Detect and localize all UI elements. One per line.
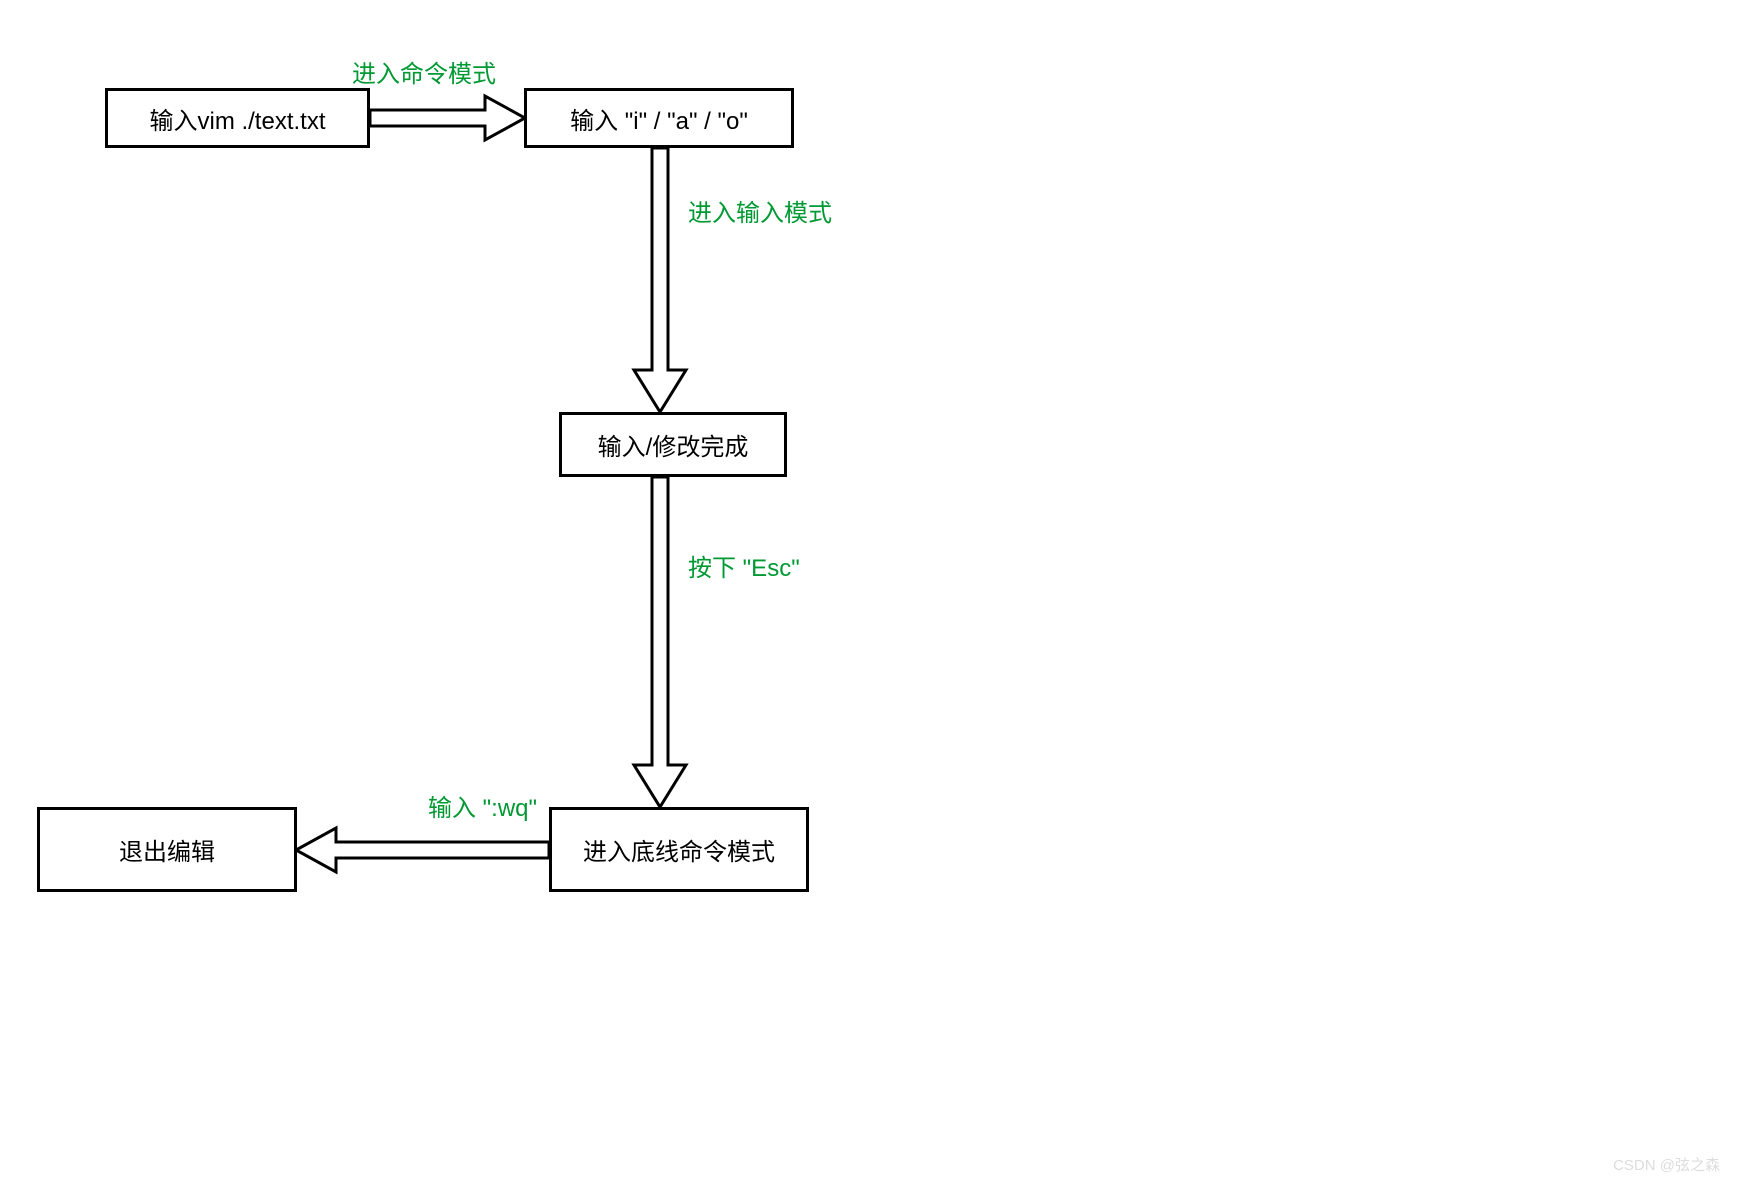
- box-exit-editor: 退出编辑: [37, 807, 297, 892]
- box-done-editing-text: 输入/修改完成: [598, 427, 749, 462]
- box-vim-command: 输入vim ./text.txt: [105, 88, 370, 148]
- label-to-command-mode: 进入命令模式: [352, 54, 496, 89]
- box-insert-keys: 输入 "i" / "a" / "o": [524, 88, 794, 148]
- arrow-press-esc: [620, 477, 700, 807]
- label-to-insert-mode: 进入输入模式: [688, 193, 832, 228]
- arrow-type-wq: [296, 820, 549, 880]
- watermark: CSDN @弦之森: [1613, 1154, 1720, 1175]
- label-press-esc: 按下 "Esc": [688, 548, 800, 583]
- box-done-editing: 输入/修改完成: [559, 412, 787, 477]
- box-vim-command-text: 输入vim ./text.txt: [149, 101, 325, 136]
- box-bottom-line-mode: 进入底线命令模式: [549, 807, 809, 892]
- box-exit-editor-text: 退出编辑: [119, 832, 215, 867]
- arrow-to-insert-mode: [620, 148, 700, 412]
- label-type-wq: 输入 ":wq": [428, 788, 537, 823]
- arrow-to-command-mode: [370, 88, 525, 148]
- box-bottom-line-mode-text: 进入底线命令模式: [583, 832, 775, 867]
- box-insert-keys-text: 输入 "i" / "a" / "o": [570, 101, 748, 136]
